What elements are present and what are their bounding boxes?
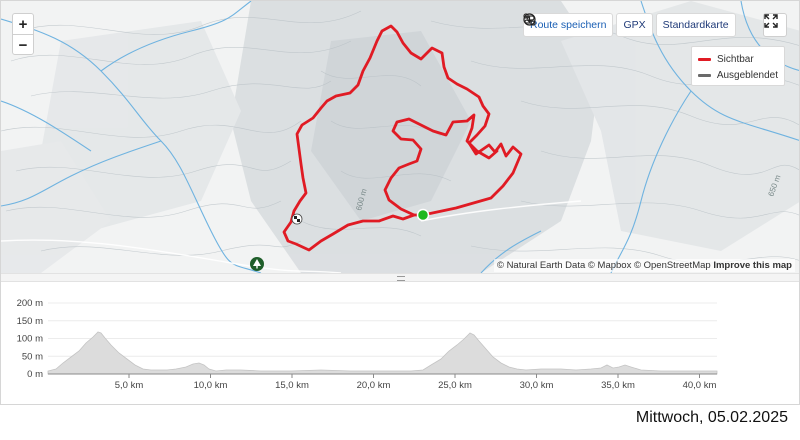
map-style-label: Standardkarte (662, 19, 729, 31)
attribution-text: © Natural Earth Data © Mapbox © OpenStre… (496, 260, 711, 271)
map-app: 600 m 650 m + − Route speichern GPX Stan… (0, 0, 800, 405)
start-marker[interactable] (416, 208, 430, 222)
x-tick-label: 10,0 km (194, 380, 228, 391)
x-tick-label: 15,0 km (275, 380, 309, 391)
legend-swatch-visible (698, 57, 711, 61)
y-tick-label: 150 m (17, 316, 43, 327)
zoom-in-button[interactable]: + (13, 14, 33, 35)
x-tick-label: 5,0 km (115, 380, 144, 391)
elevation-chart[interactable]: 200 m 150 m 100 m 50 m 0 m 5,0 km 10,0 km 15,0… (1, 283, 800, 405)
terrain-map[interactable]: 600 m 650 m (1, 1, 800, 273)
x-tick-label: 40,0 km (683, 380, 717, 391)
elevation-profile: 200 m 150 m 100 m 50 m 0 m 5,0 km 10,0 km 15,0… (1, 283, 800, 405)
legend-label-hidden: Ausgeblendet (716, 69, 778, 81)
route-legend: Sichtbar Ausgeblendet (691, 46, 785, 86)
x-tick-label: 30,0 km (520, 380, 554, 391)
zoom-out-button[interactable]: − (13, 35, 33, 55)
legend-item-hidden: Ausgeblendet (698, 67, 778, 83)
save-route-label: Route speichern (530, 19, 607, 31)
y-tick-label: 50 m (22, 351, 43, 362)
y-tick-label: 100 m (17, 334, 43, 345)
finish-flag-icon[interactable] (291, 213, 303, 225)
footer-date: Mittwoch, 05.02.2025 (635, 409, 788, 426)
zoom-control: + − (12, 13, 34, 55)
fullscreen-icon (764, 14, 778, 28)
gpx-button[interactable]: GPX (523, 13, 653, 37)
map-toolbar: Route speichern GPX Standardkarte (523, 13, 736, 37)
legend-label-visible: Sichtbar (717, 53, 754, 65)
panel-resize-handle[interactable] (1, 273, 799, 282)
x-tick-label: 25,0 km (438, 380, 472, 391)
save-route-button[interactable]: Route speichern (523, 13, 614, 37)
chevron-down-icon (524, 16, 531, 20)
x-tick-label: 35,0 km (601, 380, 635, 391)
legend-item-visible: Sichtbar (698, 51, 778, 67)
x-tick-label: 20,0 km (357, 380, 391, 391)
legend-swatch-hidden (698, 73, 711, 77)
park-poi-icon[interactable] (250, 257, 264, 271)
y-tick-label: 200 m (17, 298, 43, 309)
map-attribution: © Natural Earth Data © Mapbox © OpenStre… (493, 259, 795, 272)
fullscreen-button[interactable] (763, 13, 787, 37)
improve-map-link[interactable]: Improve this map (713, 260, 792, 271)
gpx-label: GPX (623, 19, 646, 31)
y-tick-label: 0 m (27, 369, 43, 380)
map-style-select[interactable]: Standardkarte (524, 13, 736, 37)
map-view[interactable]: 600 m 650 m + − Route speichern GPX Stan… (1, 1, 800, 273)
